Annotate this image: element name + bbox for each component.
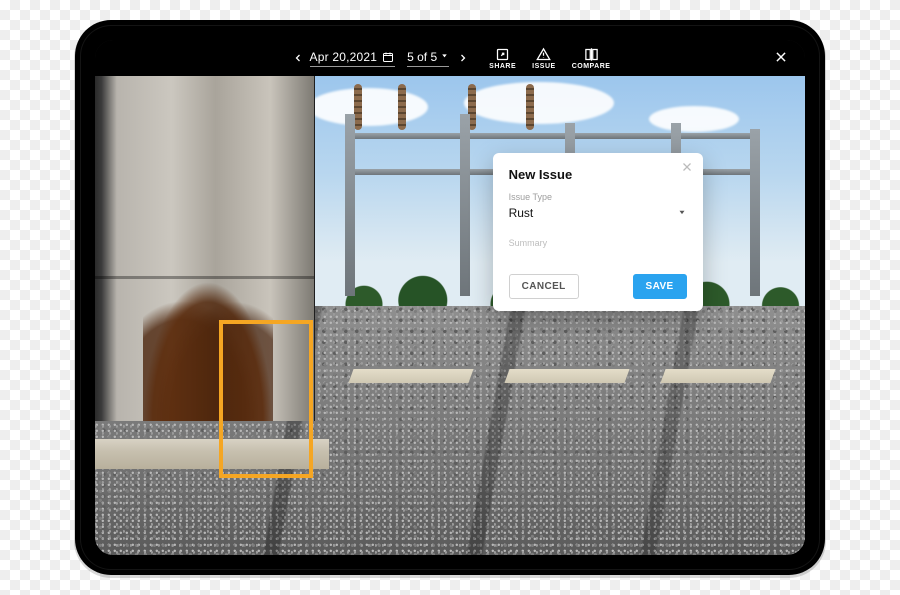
image-counter: 5 of 5	[407, 50, 437, 64]
app-screen: Apr 20,2021 5 of 5	[95, 40, 805, 555]
issue-label: ISSUE	[532, 63, 556, 70]
compare-button[interactable]: COMPARE	[572, 46, 611, 70]
image-counter-dropdown[interactable]: 5 of 5	[407, 50, 449, 67]
toolbar-actions: SHARE ISSUE COMPARE	[489, 46, 610, 70]
caret-down-icon	[440, 51, 449, 63]
share-icon	[495, 46, 511, 62]
caret-down-icon	[677, 206, 687, 220]
viewer-toolbar: Apr 20,2021 5 of 5	[95, 40, 805, 76]
issue-button[interactable]: ISSUE	[532, 46, 556, 70]
summary-label: Summary	[509, 238, 687, 248]
calendar-icon	[381, 50, 395, 64]
current-date: Apr 20,2021	[310, 50, 378, 64]
date-picker[interactable]: Apr 20,2021	[310, 50, 396, 67]
share-button[interactable]: SHARE	[489, 46, 516, 70]
site-photo	[95, 76, 805, 555]
issue-type-select[interactable]: Rust	[509, 204, 687, 224]
close-viewer-button[interactable]	[769, 40, 793, 76]
share-label: SHARE	[489, 63, 516, 70]
dialog-title: New Issue	[509, 167, 687, 182]
summary-input[interactable]	[509, 252, 687, 258]
prev-date-button[interactable]	[290, 50, 306, 66]
ipad-frame: Apr 20,2021 5 of 5	[75, 20, 825, 575]
image-viewport[interactable]: New Issue Issue Type Rust Summary CANCEL…	[95, 76, 805, 555]
next-date-button[interactable]	[455, 50, 471, 66]
new-issue-dialog: New Issue Issue Type Rust Summary CANCEL…	[493, 153, 703, 311]
dialog-close-button[interactable]	[679, 161, 695, 177]
save-button[interactable]: SAVE	[633, 274, 687, 299]
issue-type-label: Issue Type	[509, 192, 687, 202]
issue-icon	[536, 46, 552, 62]
issue-type-value: Rust	[509, 206, 534, 220]
cancel-button[interactable]: CANCEL	[509, 274, 579, 299]
toolbar-center: Apr 20,2021 5 of 5	[290, 46, 611, 70]
close-icon	[774, 50, 788, 67]
close-icon	[681, 160, 693, 178]
compare-label: COMPARE	[572, 63, 611, 70]
compare-icon	[583, 46, 599, 62]
